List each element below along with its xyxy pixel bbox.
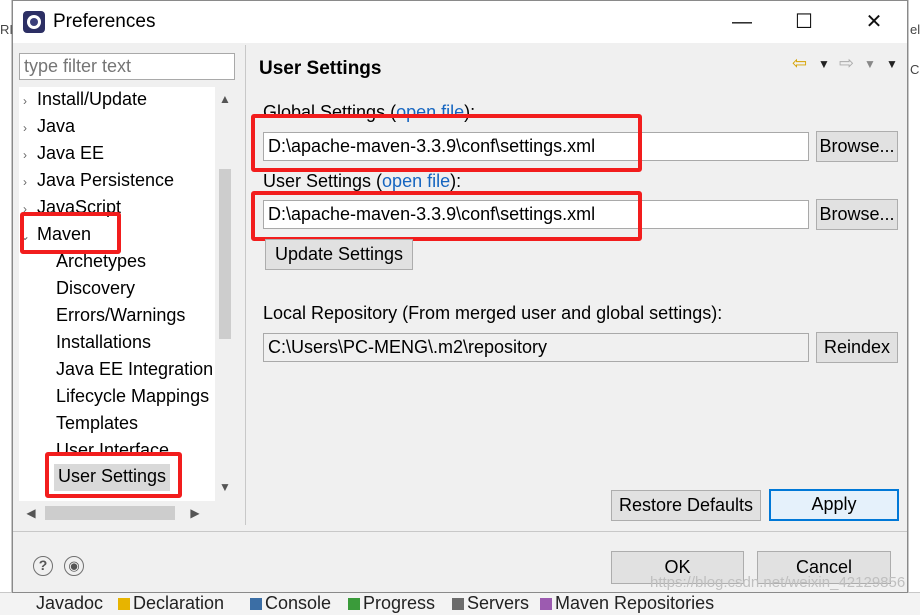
progress-icon [348,598,360,610]
eclipse-app-icon [23,11,45,33]
filter-input[interactable] [19,53,235,80]
page-title: User Settings [259,58,382,79]
scroll-up-icon[interactable]: ▲ [215,89,235,109]
progress-tab[interactable]: Progress [348,593,435,614]
user-settings-label: User Settings (open file): [263,171,462,191]
restore-defaults-button[interactable]: Restore Defaults [611,490,761,521]
forward-menu-chevron-icon[interactable]: ▼ [864,57,876,71]
local-repository-label: Local Repository (From merged user and g… [263,303,723,323]
global-settings-browse-button[interactable]: Browse... [816,131,898,162]
tree-item-install-update[interactable]: › Install/Update [19,87,147,114]
footer-separator [13,531,907,532]
help-icon[interactable]: ? [33,556,53,576]
scroll-left-icon[interactable]: ◀ [21,503,41,523]
highlight-box-user-settings [45,452,182,498]
tree-item-templates[interactable]: Templates [56,411,138,438]
declaration-icon [118,598,130,610]
user-settings-open-file-link[interactable]: open file [382,171,450,191]
chevron-right-icon[interactable]: › [19,170,31,194]
user-settings-browse-button[interactable]: Browse... [816,199,898,230]
tree-item-errors-warnings[interactable]: Errors/Warnings [56,303,185,330]
background-text-fragment: C [910,62,920,77]
background-right-strip: el C [908,0,920,615]
apply-button[interactable]: Apply [769,489,899,521]
console-tab[interactable]: Console [250,593,331,614]
watermark-text: https://blog.csdn.net/weixin_42129856 [650,574,906,591]
tree-vertical-scroll-thumb[interactable] [219,169,231,339]
tree-item-discovery[interactable]: Discovery [56,276,135,303]
highlight-box-global-settings [251,114,642,172]
back-arrow-icon[interactable]: ⇦ [792,53,807,74]
dialog-title: Preferences [53,11,156,32]
tree-item-java-persistence[interactable]: › Java Persistence [19,168,174,195]
import-export-icon[interactable]: ◉ [64,556,84,576]
highlight-box-maven [20,212,121,254]
local-repository-field: C:\Users\PC-MENG\.m2\repository [263,333,809,362]
preferences-dialog: Preferences — ☐ ✕ ›Install/Update ›Java … [12,0,908,593]
scroll-right-icon[interactable]: ▶ [185,503,205,523]
tree-item-java[interactable]: › Java [19,114,75,141]
maven-repositories-icon [540,598,552,610]
chevron-right-icon[interactable]: › [19,143,31,167]
view-menu-icon[interactable]: ▼ [886,57,898,71]
chevron-right-icon[interactable]: › [19,116,31,140]
tree-item-java-ee[interactable]: › Java EE [19,141,104,168]
close-button[interactable]: ✕ [851,7,897,37]
reindex-button[interactable]: Reindex [816,332,898,363]
forward-arrow-icon[interactable]: ⇨ [839,53,854,74]
console-icon [250,598,262,610]
tree-item-java-ee-integration[interactable]: Java EE Integration [56,357,213,384]
minimize-button[interactable]: — [719,7,765,37]
maximize-button[interactable]: ☐ [781,7,827,37]
servers-tab[interactable]: Servers [452,593,529,614]
close-icon: ✕ [865,11,883,33]
minimize-icon: — [732,11,752,33]
servers-icon [452,598,464,610]
highlight-box-user-settings-field [251,191,642,241]
back-menu-chevron-icon[interactable]: ▼ [818,57,830,71]
background-left-strip: RI [0,0,13,615]
background-view-tabs: Javadoc Declaration Console Progress Ser… [0,592,920,615]
declaration-tab[interactable]: Declaration [118,593,224,614]
tree-item-lifecycle-mappings[interactable]: Lifecycle Mappings [56,384,209,411]
title-bar: Preferences — ☐ ✕ [13,1,907,43]
javadoc-tab[interactable]: Javadoc [36,593,103,614]
chevron-right-icon[interactable]: › [19,89,31,113]
panel-divider[interactable] [245,45,246,525]
tree-item-installations[interactable]: Installations [56,330,151,357]
scroll-down-icon[interactable]: ▼ [215,477,235,497]
maven-repositories-tab[interactable]: Maven Repositories [540,593,714,614]
tree-horizontal-scroll-thumb[interactable] [45,506,175,520]
background-text-fragment: el [910,22,920,37]
maximize-icon: ☐ [795,11,813,33]
update-settings-button[interactable]: Update Settings [265,239,413,270]
